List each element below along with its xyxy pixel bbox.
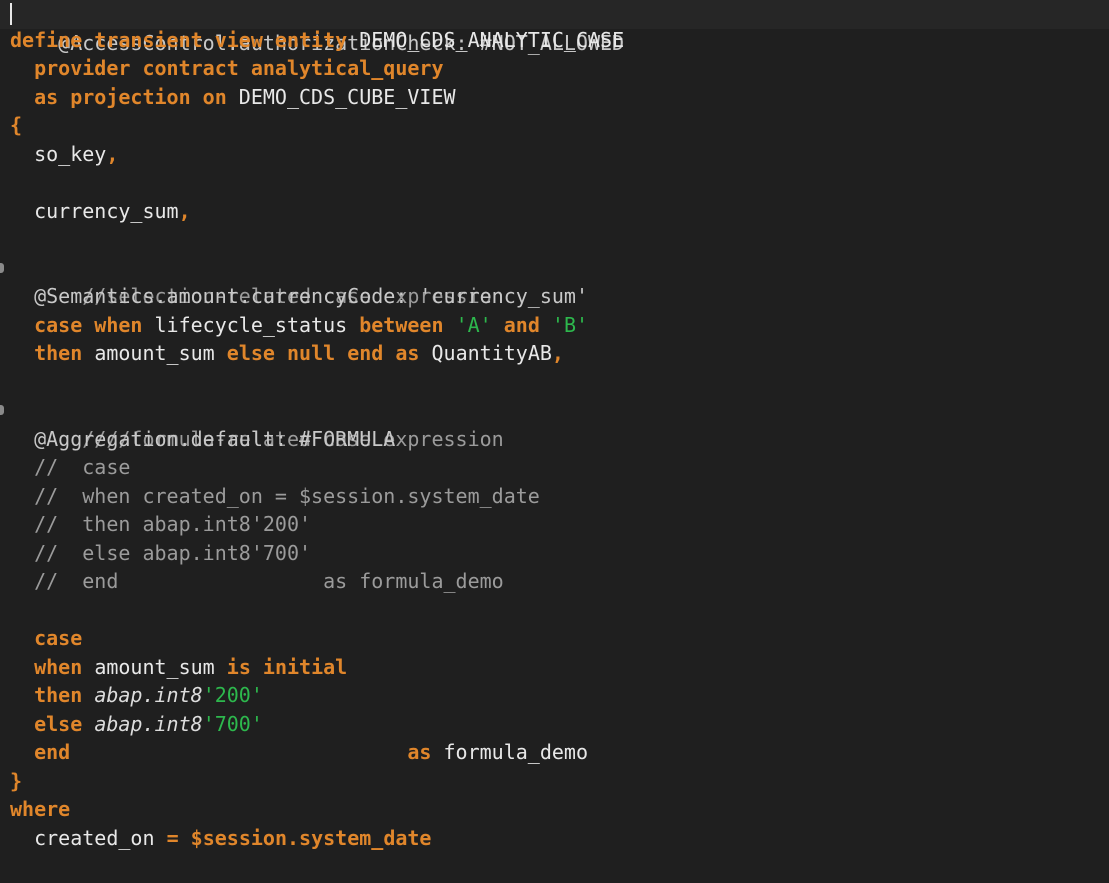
keyword-provider-contract: provider contract analytical_query — [34, 56, 444, 80]
comment-line: // when created_on = $session.system_dat… — [34, 483, 540, 508]
code-line-28[interactable]: } — [0, 767, 1109, 796]
open-brace: { — [10, 113, 23, 137]
code-line-2[interactable]: define transient view entity DEMO_CDS_AN… — [0, 26, 1109, 55]
code-line-29[interactable]: where — [0, 795, 1109, 824]
comma: , — [551, 341, 564, 365]
field-amount-sum: amount_sum — [94, 341, 215, 365]
annotation-aggregation: @Aggregation.default: #FORMULA — [34, 426, 396, 451]
code-line-11[interactable]: @Semantics.amount.currencyCode: 'currenc… — [0, 282, 1109, 311]
code-line-6[interactable]: so_key, — [0, 140, 1109, 169]
code-line-5[interactable]: { — [0, 111, 1109, 140]
session-system-date: $session.system_date — [190, 825, 432, 850]
code-line-19[interactable]: // then abap.int8'200' — [0, 510, 1109, 539]
comment-line: // then abap.int8'200' — [34, 512, 312, 536]
field-so-key: so_key — [34, 141, 107, 166]
operator-equals: = — [166, 825, 179, 850]
code-line-20[interactable]: // else abap.int8'700' — [0, 539, 1109, 568]
code-line-13[interactable]: then amount_sum else null end as Quantit… — [0, 339, 1109, 368]
close-brace: } — [10, 768, 23, 793]
code-line-1[interactable]: @AccessControl.authorizationCheck: #NOT_… — [0, 0, 1109, 55]
keyword-is-initial: is initial — [226, 654, 348, 679]
comment-line: // end as formula_demo — [34, 569, 504, 593]
comma: , — [106, 141, 119, 166]
keyword-end: end — [34, 740, 71, 764]
string-b: 'B' — [551, 312, 589, 337]
field-created-on: created_on — [34, 825, 155, 850]
keyword-as: as — [407, 740, 432, 764]
function-abap-int8: abap.int8 — [94, 711, 203, 736]
code-line-3[interactable]: provider contract analytical_query — [0, 54, 1109, 83]
code-line-24[interactable]: when amount_sum is initial — [0, 653, 1109, 682]
keyword-define-transient-view-entity: define transient view entity — [10, 27, 348, 52]
comment-line: // else abap.int8'700' — [34, 540, 312, 565]
code-line-10[interactable]: //selection-related case expression — [0, 254, 1109, 308]
comma: , — [178, 198, 191, 223]
keyword-and: and — [503, 312, 540, 337]
alias-formula-demo: formula_demo — [443, 740, 589, 764]
code-line-30[interactable]: created_on = $session.system_date — [0, 824, 1109, 853]
string-a: 'A' — [455, 312, 492, 337]
code-line-4[interactable]: as projection on DEMO_CDS_CUBE_VIEW — [0, 83, 1109, 112]
keyword-between: between — [359, 312, 444, 337]
field-amount-sum: amount_sum — [94, 654, 215, 679]
code-editor[interactable]: @AccessControl.authorizationCheck: #NOT_… — [0, 0, 1109, 883]
text-caret — [10, 3, 12, 25]
code-line-26[interactable]: else abap.int8'700' — [0, 710, 1109, 739]
code-line-18[interactable]: // when created_on = $session.system_dat… — [0, 482, 1109, 511]
function-abap-int8: abap.int8 — [94, 683, 203, 707]
code-line-23[interactable]: case — [0, 624, 1109, 653]
field-lifecycle-status: lifecycle_status — [154, 312, 348, 337]
annotation-semantics: @Semantics.amount.currencyCode: 'currenc… — [34, 284, 588, 308]
code-line-16[interactable]: @Aggregation.default: #FORMULA — [0, 425, 1109, 454]
alias-quantity-ab: QuantityAB — [431, 341, 552, 365]
fold-marker-icon[interactable] — [0, 405, 4, 415]
cube-view-name: DEMO_CDS_CUBE_VIEW — [238, 84, 456, 109]
keyword-else: else — [34, 711, 83, 736]
keyword-as-projection-on: as projection on — [34, 84, 227, 109]
code-line-8[interactable]: currency_sum, — [0, 197, 1109, 226]
code-line-17[interactable]: // case — [0, 453, 1109, 482]
code-line-21[interactable]: // end as formula_demo — [0, 567, 1109, 596]
field-currency-sum: currency_sum — [34, 198, 179, 223]
keyword-then: then — [34, 341, 83, 365]
string-700: '700' — [202, 711, 263, 736]
entity-name: DEMO_CDS_ANALYTIC_CASE — [359, 27, 625, 52]
fold-marker-icon[interactable] — [0, 262, 4, 273]
keyword-else-null-end-as: else null end as — [226, 341, 420, 365]
code-line-27[interactable]: end as formula_demo — [0, 738, 1109, 767]
keyword-when: when — [34, 654, 83, 679]
keyword-then: then — [34, 683, 83, 707]
code-line-15[interactable]: ////formula-related case expression — [0, 396, 1109, 451]
code-line-25[interactable]: then abap.int8'200' — [0, 681, 1109, 710]
string-200: '200' — [202, 683, 263, 707]
keyword-case-when: case when — [34, 312, 143, 337]
keyword-where: where — [10, 797, 71, 821]
keyword-case: case — [34, 626, 83, 650]
code-line-12[interactable]: case when lifecycle_status between 'A' a… — [0, 311, 1109, 340]
comment-line: // case — [34, 455, 131, 479]
